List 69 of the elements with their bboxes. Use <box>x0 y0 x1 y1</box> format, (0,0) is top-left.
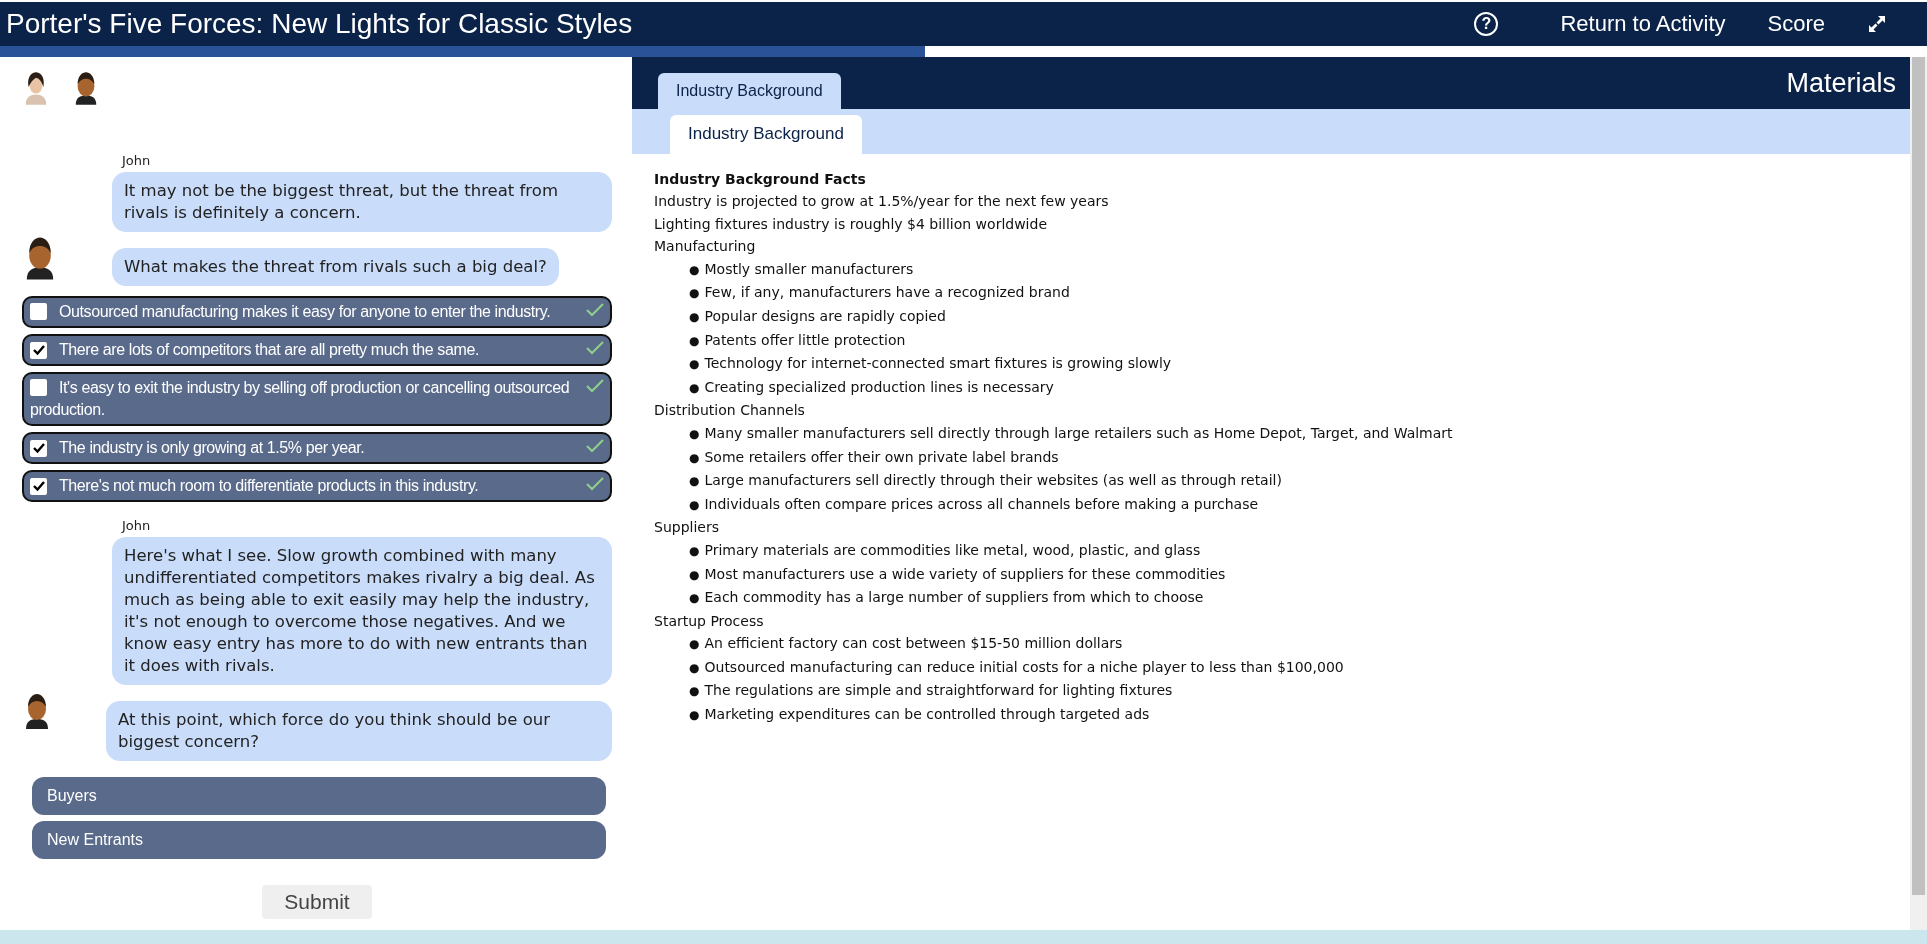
activity-title: Porter's Five Forces: New Lights for Classic Styles <box>5 8 633 40</box>
choice-button[interactable]: Buyers <box>32 777 606 815</box>
facts-heading: Industry Background Facts <box>654 170 867 189</box>
speaker-name: John <box>122 153 152 168</box>
help-icon[interactable]: ? <box>1474 12 1499 36</box>
chat-bubble: Here's what I see. Slow growth combined with many undifferentiated competitors makes rivalry a big deal. As much as being able to exit easily may help the industry, it's not enough to overcome those negatives. And we know easy entry has more to do with new entrants than it does with rivals. <box>112 537 612 685</box>
answer-option[interactable]: There are lots of competitors that are all pretty much the same. <box>22 334 612 366</box>
answer-option[interactable]: Outsourced manufacturing makes it easy for anyone to enter the industry. <box>22 296 612 328</box>
bullet: ● <box>689 497 700 512</box>
fact-item: Popular designs are rapidly copied <box>704 307 946 324</box>
bullet: ● <box>689 286 700 301</box>
materials-title: Materials <box>1786 67 1896 99</box>
bullet: ● <box>689 357 700 372</box>
checkbox[interactable] <box>30 379 47 396</box>
bullet: ● <box>689 450 700 465</box>
expand-icon[interactable] <box>1867 14 1887 34</box>
fact-item: Individuals often compare prices across all channels before making a purchase <box>704 495 1259 512</box>
fact-item: Mostly smaller manufacturers <box>704 260 914 277</box>
chat-bubble: It may not be the biggest threat, but the threat from rivals is definitely a concern. <box>112 172 612 232</box>
header-link[interactable]: Score <box>1767 11 1825 37</box>
submit-button[interactable]: Submit <box>262 885 372 919</box>
bullet: ● <box>689 684 700 699</box>
fact-item: Primary materials are commodities like metal, wood, plastic, and glass <box>704 541 1201 558</box>
fact-item: The regulations are simple and straightforward for lighting fixtures <box>704 682 1173 699</box>
fact-item: Large manufacturers sell directly through their websites (as well as through retail) <box>704 472 1282 489</box>
bullet: ● <box>689 591 700 606</box>
bullet: ● <box>689 309 700 324</box>
bullet: ● <box>689 567 700 582</box>
materials-tab[interactable]: Industry Background <box>658 73 841 109</box>
fact-item: Many smaller manufacturers sell directly through large retailers such as Home Depot, Target, and Walmart <box>704 424 1453 441</box>
bullet: ● <box>689 637 700 652</box>
checkbox[interactable] <box>30 303 47 320</box>
answer-option[interactable]: It's easy to exit the industry by selling off production or cancelling outsourced production. <box>22 372 612 426</box>
fact-item: Patents offer little protection <box>704 331 906 348</box>
answer-option[interactable]: There's not much room to differentiate products in this industry. <box>22 470 612 502</box>
checkbox[interactable] <box>30 477 47 495</box>
header-link[interactable]: Return to Activity <box>1560 11 1726 37</box>
fact-line: Industry is projected to grow at 1.5%/year for the next few years <box>654 192 1110 211</box>
materials-subtab[interactable]: Industry Background <box>670 115 862 154</box>
fact-item: Some retailers offer their own private label brands <box>704 448 1059 465</box>
scrollbar[interactable] <box>1910 57 1927 930</box>
checkbox[interactable] <box>30 439 47 457</box>
bullet: ● <box>689 333 700 348</box>
fact-item: Marketing expenditures can be controlled through targeted ads <box>704 706 1150 723</box>
fact-item: Creating specialized production lines is necessary <box>704 378 1054 395</box>
chat-bubble: At this point, which force do you think should be our biggest concern? <box>106 701 612 761</box>
bullet: ● <box>689 380 700 395</box>
fact-item: Few, if any, manufacturers have a recognized brand <box>704 284 1070 301</box>
fact-item: Outsourced manufacturing can reduce initial costs for a niche player to less than $100,000 <box>704 658 1344 675</box>
bullet: ● <box>689 708 700 723</box>
fact-item: Most manufacturers use a wide variety of suppliers for these commodities <box>704 565 1226 582</box>
fact-item: Each commodity has a large number of suppliers from which to choose <box>704 589 1204 606</box>
choice-button[interactable]: New Entrants <box>32 821 606 859</box>
chat-bubble: What makes the threat from rivals such a big deal? <box>112 248 559 286</box>
answer-option[interactable]: The industry is only growing at 1.5% per year. <box>22 432 612 464</box>
section-heading: Startup Process <box>654 611 765 631</box>
section-heading: Distribution Channels <box>654 401 806 421</box>
speaker-name: John <box>122 518 152 533</box>
bullet: ● <box>689 262 700 277</box>
section-heading: Manufacturing <box>654 237 757 257</box>
section-heading: Suppliers <box>654 518 720 538</box>
bullet: ● <box>689 474 700 489</box>
bullet: ● <box>689 426 700 441</box>
fact-line: Lighting fixtures industry is roughly $4 billion worldwide <box>654 214 1048 234</box>
checkbox[interactable] <box>30 341 47 359</box>
fact-item: An efficient factory can cost between $15-50 million dollars <box>704 635 1123 652</box>
fact-item: Technology for internet-connected smart fixtures is growing slowly <box>704 355 1172 372</box>
bullet: ● <box>689 543 700 558</box>
bullet: ● <box>689 660 700 675</box>
